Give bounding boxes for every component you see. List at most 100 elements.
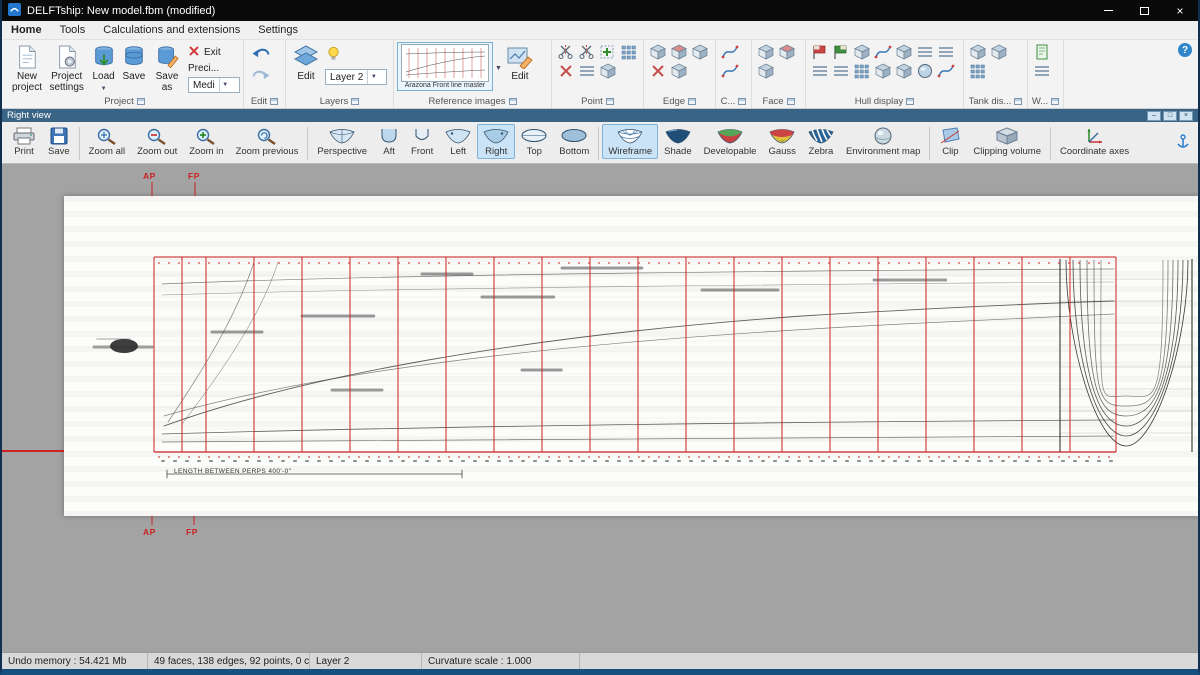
dialog-launcher-icon[interactable] xyxy=(351,98,359,105)
dialog-launcher-icon[interactable] xyxy=(688,98,696,105)
menu-home[interactable]: Home xyxy=(2,22,51,38)
align-points-icon[interactable] xyxy=(577,62,597,79)
new-project-button[interactable]: New project xyxy=(9,42,45,94)
edit-reference-button[interactable]: Edit xyxy=(504,42,536,84)
view-clip-button[interactable]: Clip xyxy=(933,124,967,159)
view-shade-button[interactable]: Shade xyxy=(658,124,697,159)
view-close-button[interactable]: × xyxy=(1179,111,1193,121)
view-right-button[interactable]: Right xyxy=(477,124,515,159)
exit-button[interactable]: Exit xyxy=(188,45,240,60)
precision-dropdown[interactable]: Medi ▼ xyxy=(188,77,240,93)
tanks-solid-icon[interactable] xyxy=(968,43,988,60)
dialog-launcher-icon[interactable] xyxy=(1014,98,1022,105)
view-zoom-in-button[interactable]: Zoom in xyxy=(183,124,229,159)
undo-button[interactable] xyxy=(249,44,273,63)
fair-curve-icon[interactable] xyxy=(720,62,740,79)
view-zoom-previous-button[interactable]: Zoom previous xyxy=(230,124,305,159)
load-button[interactable]: Load ▼ xyxy=(88,42,118,95)
flip-normal-icon[interactable] xyxy=(777,43,797,60)
submerged-area-icon[interactable] xyxy=(894,62,914,79)
view-front-button[interactable]: Front xyxy=(405,124,439,159)
view-clipping-volume-button[interactable]: Clipping volume xyxy=(967,124,1047,159)
dialog-launcher-icon[interactable] xyxy=(270,98,278,105)
close-button[interactable]: × xyxy=(1162,0,1198,21)
stations-icon[interactable] xyxy=(915,43,935,60)
dialog-launcher-icon[interactable] xyxy=(509,98,517,105)
collapse-edge-icon[interactable] xyxy=(648,62,668,79)
view-zebra-button[interactable]: Zebra xyxy=(802,124,840,159)
layer-dropdown[interactable]: Layer 2 ▼ xyxy=(325,69,387,85)
menu-tools[interactable]: Tools xyxy=(51,22,95,38)
view-caption-bar: Right view – □ × xyxy=(2,109,1198,122)
load-dropdown-icon[interactable]: ▼ xyxy=(101,84,107,95)
dialog-launcher-icon[interactable] xyxy=(606,98,614,105)
drawing-note: LENGTH BETWEEN PERPS 400'-0" xyxy=(174,468,291,475)
view-left-button[interactable]: Left xyxy=(439,124,477,159)
dialog-launcher-icon[interactable] xyxy=(738,98,746,105)
save-project-button[interactable]: Save xyxy=(119,42,149,84)
view-coordinate-axes-button[interactable]: Coordinate axes xyxy=(1054,124,1135,159)
point-grid-icon[interactable] xyxy=(619,43,639,60)
edit-layers-button[interactable]: Edit xyxy=(289,42,323,84)
edge-info-icon[interactable] xyxy=(669,62,689,79)
control-net-icon[interactable] xyxy=(831,43,851,60)
view-restore-button[interactable]: □ xyxy=(1163,111,1177,121)
buttocks-icon[interactable] xyxy=(936,43,956,60)
dialog-launcher-icon[interactable] xyxy=(906,98,914,105)
anchor-icon[interactable] xyxy=(1176,134,1190,155)
dialog-launcher-icon[interactable] xyxy=(1051,98,1059,105)
markers-icon[interactable] xyxy=(873,62,893,79)
maximize-button[interactable] xyxy=(1126,0,1162,21)
redo-button[interactable] xyxy=(249,66,273,85)
extrude-edge-icon[interactable] xyxy=(648,43,668,60)
waterlines-icon[interactable] xyxy=(810,62,830,79)
view-zoom-out-button[interactable]: Zoom out xyxy=(131,124,183,159)
weights-list-icon[interactable] xyxy=(1032,62,1052,79)
menu-calculations-and-extensions[interactable]: Calculations and extensions xyxy=(94,22,249,38)
interior-edges-icon[interactable] xyxy=(852,43,872,60)
view-bottom-button[interactable]: Bottom xyxy=(553,124,595,159)
intersection-curves-icon[interactable] xyxy=(936,62,956,79)
show-normals-icon[interactable] xyxy=(894,43,914,60)
viewport[interactable]: AP FP AP FP LENGTH BETWEEN PERPS 400'-0" xyxy=(2,164,1198,652)
view-gauss-button[interactable]: Gauss xyxy=(762,124,801,159)
diagonals-icon[interactable] xyxy=(831,62,851,79)
cut-curve-icon[interactable] xyxy=(577,43,597,60)
split-edge-cube-icon[interactable] xyxy=(669,43,689,60)
view-zoom-all-button[interactable]: Zoom all xyxy=(83,124,131,159)
save-as-button[interactable]: Save as xyxy=(149,42,185,94)
view-top-button[interactable]: Top xyxy=(515,124,553,159)
add-curve-icon[interactable] xyxy=(720,43,740,60)
project-point-icon[interactable] xyxy=(598,62,618,79)
view-print-button[interactable]: Print xyxy=(6,124,42,159)
menu-settings[interactable]: Settings xyxy=(249,22,307,38)
view-wireframe-button[interactable]: Wireframe xyxy=(602,124,658,159)
view-developable-button[interactable]: Developable xyxy=(698,124,763,159)
view-environment-map-button[interactable]: Environment map xyxy=(840,124,926,159)
help-icon[interactable]: ? xyxy=(1178,43,1192,57)
split-edge-icon[interactable] xyxy=(556,43,576,60)
hydrostatic-features-icon[interactable] xyxy=(915,62,935,79)
weights-report-icon[interactable] xyxy=(1032,43,1052,60)
view-save-button[interactable]: Save xyxy=(42,124,76,159)
dialog-launcher-icon[interactable] xyxy=(787,98,795,105)
dialog-launcher-icon[interactable] xyxy=(137,98,145,105)
tanks-transparent-icon[interactable] xyxy=(989,43,1009,60)
view-minimize-button[interactable]: – xyxy=(1147,111,1161,121)
tanks-outline-icon[interactable] xyxy=(968,62,988,79)
collapse-point-icon[interactable] xyxy=(556,62,576,79)
grid-display-icon[interactable] xyxy=(852,62,872,79)
reference-image-thumbnail[interactable]: Arazona Front line master xyxy=(397,42,493,91)
new-face-icon[interactable] xyxy=(756,43,776,60)
layer-visibility-button[interactable] xyxy=(325,44,342,67)
both-sides-icon[interactable] xyxy=(810,43,830,60)
view-perspective-button[interactable]: Perspective xyxy=(311,124,373,159)
insert-point-icon[interactable] xyxy=(598,43,618,60)
minimize-button[interactable] xyxy=(1090,0,1126,21)
view-aft-button[interactable]: Aft xyxy=(373,124,405,159)
crease-edge-icon[interactable] xyxy=(690,43,710,60)
reference-dropdown-icon[interactable]: ▼ xyxy=(495,65,502,72)
delete-face-icon[interactable] xyxy=(756,62,776,79)
show-curvature-icon[interactable] xyxy=(873,43,893,60)
project-settings-button[interactable]: Project settings xyxy=(45,42,88,94)
